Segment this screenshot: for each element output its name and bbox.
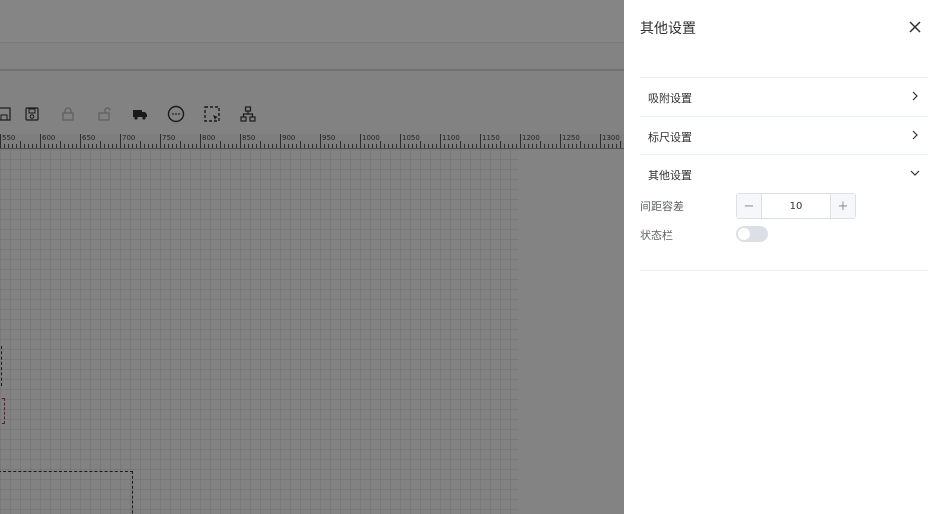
section-other-settings[interactable]: 其他设置 <box>640 154 928 193</box>
spacing-tolerance-label: 间距容差 <box>640 200 684 213</box>
section-label: 其他设置 <box>648 169 692 182</box>
spacing-tolerance-row: 间距容差 − + <box>640 193 928 219</box>
spacing-tolerance-stepper: − + <box>736 193 856 219</box>
switch-knob <box>738 228 750 240</box>
chevron-right-icon <box>912 130 918 140</box>
decrease-button[interactable]: − <box>737 194 762 218</box>
status-bar-switch[interactable] <box>736 226 768 242</box>
settings-drawer: 其他设置 吸附设置 标尺设置 其他设置 间距容差 − + 状态栏 <box>624 0 943 514</box>
chevron-down-icon <box>910 170 920 176</box>
divider <box>640 270 928 271</box>
chevron-right-icon <box>912 91 918 101</box>
section-snap-settings[interactable]: 吸附设置 <box>640 77 928 116</box>
status-bar-row: 状态栏 <box>640 224 928 250</box>
increase-button[interactable]: + <box>830 194 855 218</box>
spacing-tolerance-input[interactable] <box>762 194 830 218</box>
section-label: 吸附设置 <box>648 92 692 105</box>
section-ruler-settings[interactable]: 标尺设置 <box>640 116 928 155</box>
close-icon[interactable] <box>907 19 923 35</box>
drawer-title: 其他设置 <box>640 21 696 37</box>
section-label: 标尺设置 <box>648 131 692 144</box>
modal-overlay[interactable] <box>0 0 624 514</box>
status-bar-label: 状态栏 <box>640 229 673 242</box>
editor-background: 550 600 650 700 750 800 850 900 950 1000 1050 1100 1… <box>0 0 624 514</box>
